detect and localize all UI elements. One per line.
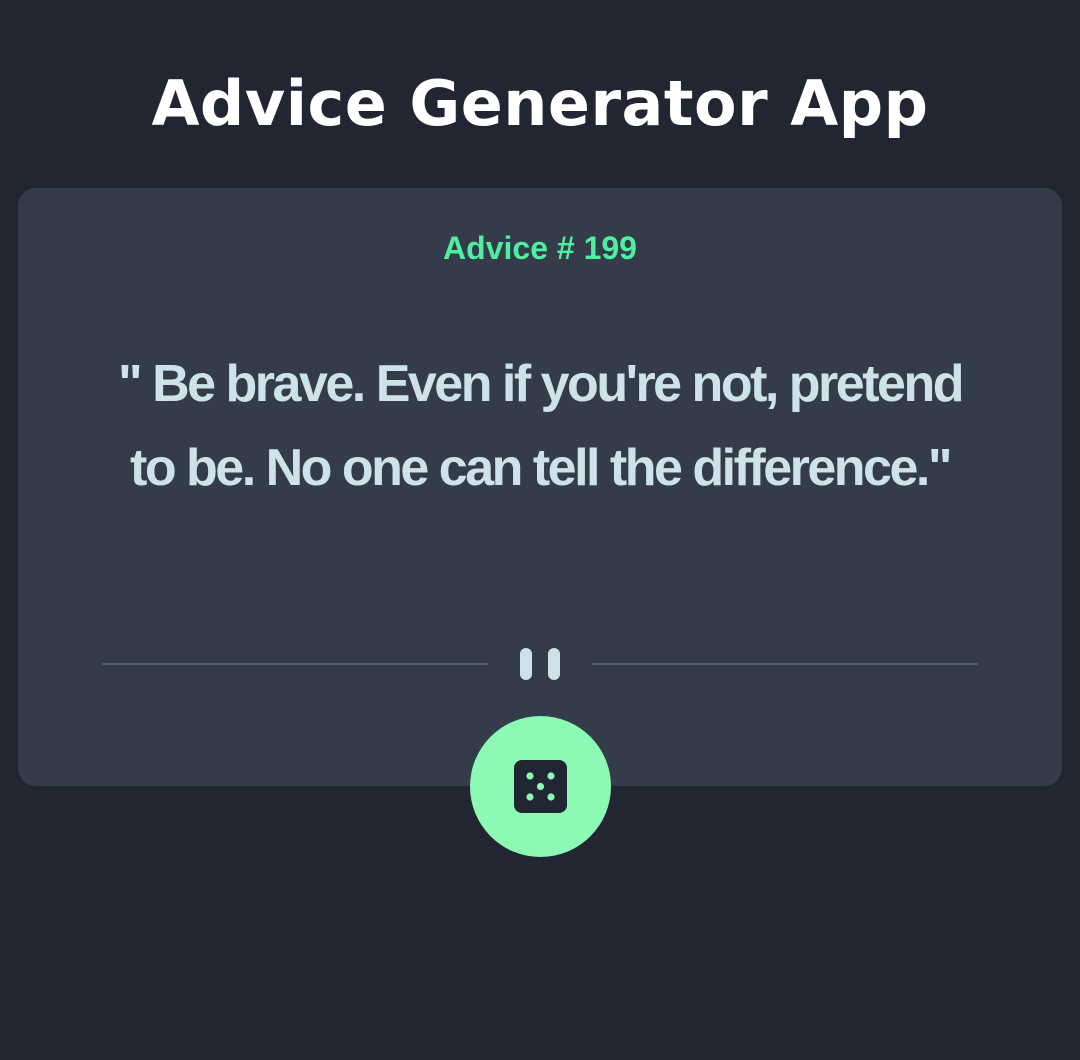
page-title: Advice Generator App xyxy=(151,67,929,140)
pause-icon xyxy=(520,648,560,680)
divider-line-left xyxy=(102,663,488,665)
dice-icon xyxy=(514,760,567,813)
advice-quote: " Be brave. Even if you're not, pretend … xyxy=(118,355,964,497)
generate-advice-button[interactable] xyxy=(470,716,611,857)
advice-id-label: Advice # 199 xyxy=(443,230,637,266)
divider-line-right xyxy=(592,663,978,665)
